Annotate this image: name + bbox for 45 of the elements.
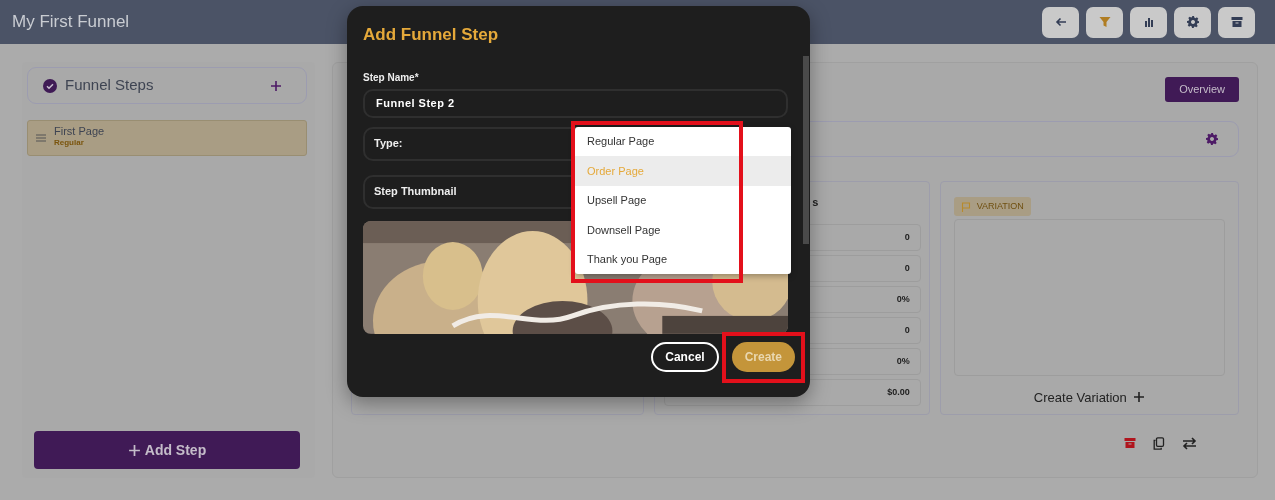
overview-button[interactable]: Overview: [1165, 77, 1239, 102]
stat-value: 0: [904, 230, 910, 244]
plus-icon: [1132, 391, 1145, 404]
dropdown-option[interactable]: Regular Page: [575, 127, 791, 157]
dialog-title: Add Funnel Step: [363, 24, 500, 46]
toolbar-button[interactable]: [1042, 6, 1079, 38]
toolbar-button[interactable]: [1086, 6, 1123, 38]
copy-icon[interactable]: [1153, 436, 1165, 450]
dropdown-option[interactable]: Upsell Page: [575, 185, 791, 216]
scrollbar[interactable]: [803, 56, 809, 244]
stat-value: 0%: [896, 292, 910, 306]
card-title: s: [812, 194, 819, 210]
settings-icon: [1186, 16, 1199, 28]
step-type: Regular: [54, 138, 85, 148]
filter-icon: [1098, 16, 1111, 28]
create-variation-button[interactable]: Create Variation: [1033, 387, 1145, 407]
check-circle-icon: [43, 78, 57, 93]
stat-value: $0.00: [887, 385, 910, 399]
flag-icon: [960, 201, 971, 212]
input-field[interactable]: Funnel Step 2: [363, 88, 788, 118]
toolbar-button[interactable]: [1218, 6, 1255, 38]
dropdown-option[interactable]: Thank you Page: [575, 244, 791, 274]
settings-icon[interactable]: [1206, 132, 1218, 145]
drag-handle-icon: [36, 134, 46, 142]
cancel-button[interactable]: Cancel: [651, 341, 719, 372]
step-name: First Page: [54, 125, 105, 139]
add-step-button[interactable]: Add Step: [34, 431, 300, 469]
stat-value: 0: [904, 261, 910, 275]
bar-chart-icon: [1142, 16, 1155, 28]
add-icon[interactable]: [270, 79, 282, 92]
swap-arrows-icon[interactable]: [1182, 436, 1197, 450]
step-item[interactable]: First Page Regular: [27, 120, 307, 156]
field-label: Step Name*: [363, 70, 420, 85]
variation-badge: VARIATION: [953, 196, 1031, 217]
plus-icon: [127, 443, 141, 457]
stat-value: 0%: [896, 354, 910, 368]
back-arrow-icon: [1054, 16, 1067, 28]
page-title: My First Funnel: [12, 11, 130, 34]
toolbar-button[interactable]: [1130, 6, 1167, 38]
toolbar-button[interactable]: [1174, 6, 1211, 38]
archive-icon: [1230, 16, 1243, 28]
stat-value: 0: [904, 323, 910, 337]
archive-icon[interactable]: [1124, 437, 1136, 449]
section-title: Funnel Steps: [65, 75, 154, 96]
dropdown-option[interactable]: Downsell Page: [575, 215, 791, 245]
